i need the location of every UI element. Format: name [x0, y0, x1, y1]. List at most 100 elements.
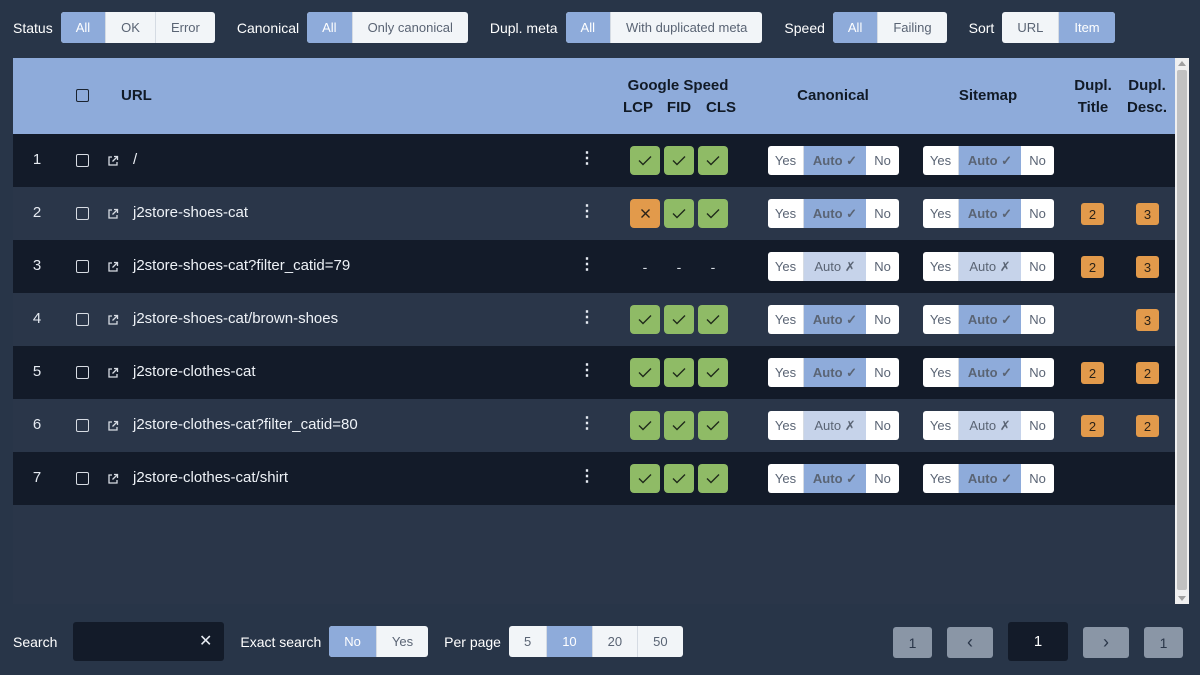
canonical-no[interactable]: No [866, 464, 899, 493]
exact-search-option[interactable]: No [329, 626, 376, 657]
filter-option[interactable]: All [832, 12, 878, 43]
row-menu-icon[interactable]: ⋮ [579, 151, 595, 167]
canonical-auto[interactable]: Auto ✓ [804, 358, 866, 387]
canonical-auto[interactable]: Auto ✗ [804, 411, 866, 440]
dupl-title-badge[interactable]: 2 [1081, 362, 1104, 384]
filter-option[interactable]: Error [154, 12, 215, 43]
sitemap-yes[interactable]: Yes [923, 146, 959, 175]
clear-search-icon[interactable]: ✕ [199, 631, 212, 651]
row-menu-icon[interactable]: ⋮ [579, 416, 595, 432]
sitemap-no[interactable]: No [1021, 146, 1054, 175]
sitemap-auto[interactable]: Auto ✓ [959, 464, 1021, 493]
sitemap-no[interactable]: No [1021, 199, 1054, 228]
row-checkbox[interactable] [76, 260, 89, 273]
select-all-checkbox[interactable] [76, 89, 89, 102]
row-url[interactable]: j2store-clothes-cat/shirt [133, 469, 288, 486]
row-url[interactable]: j2store-shoes-cat [133, 204, 248, 221]
external-link-icon[interactable] [107, 472, 120, 485]
canonical-yes[interactable]: Yes [768, 305, 804, 334]
per-page-option[interactable]: 5 [509, 626, 546, 657]
prev-page-button[interactable]: ‹ [947, 627, 993, 658]
canonical-yes[interactable]: Yes [768, 358, 804, 387]
row-menu-icon[interactable]: ⋮ [579, 204, 595, 220]
filter-option[interactable]: All [565, 12, 610, 43]
canonical-yes[interactable]: Yes [768, 252, 804, 281]
row-checkbox[interactable] [76, 154, 89, 167]
scroll-up-icon[interactable] [1178, 61, 1186, 66]
search-input[interactable]: ✕ [73, 622, 225, 661]
vertical-scrollbar[interactable] [1175, 58, 1189, 604]
filter-option[interactable]: Item [1058, 12, 1115, 43]
dupl-desc-badge[interactable]: 2 [1136, 362, 1159, 384]
scroll-down-icon[interactable] [1178, 596, 1186, 601]
filter-option[interactable]: Failing [877, 12, 946, 43]
external-link-icon[interactable] [107, 154, 120, 167]
row-checkbox[interactable] [76, 313, 89, 326]
current-page-button[interactable]: 1 [1008, 622, 1068, 661]
sitemap-no[interactable]: No [1021, 305, 1054, 334]
canonical-no[interactable]: No [866, 305, 899, 334]
canonical-no[interactable]: No [866, 199, 899, 228]
sitemap-yes[interactable]: Yes [923, 252, 959, 281]
row-checkbox[interactable] [76, 419, 89, 432]
canonical-no[interactable]: No [866, 411, 899, 440]
filter-option[interactable]: All [60, 12, 106, 43]
first-page-button[interactable]: 1 [893, 627, 932, 658]
row-url[interactable]: j2store-clothes-cat [133, 363, 256, 380]
canonical-auto[interactable]: Auto ✓ [804, 305, 866, 334]
filter-option[interactable]: With duplicated meta [610, 12, 762, 43]
row-url[interactable]: j2store-shoes-cat/brown-shoes [133, 310, 338, 327]
row-menu-icon[interactable]: ⋮ [579, 363, 595, 379]
scroll-thumb[interactable] [1177, 70, 1187, 590]
sitemap-no[interactable]: No [1021, 411, 1054, 440]
sitemap-yes[interactable]: Yes [923, 305, 959, 334]
canonical-auto[interactable]: Auto ✓ [804, 146, 866, 175]
canonical-yes[interactable]: Yes [768, 464, 804, 493]
row-checkbox[interactable] [76, 207, 89, 220]
row-menu-icon[interactable]: ⋮ [579, 310, 595, 326]
row-url[interactable]: / [133, 151, 137, 168]
canonical-yes[interactable]: Yes [768, 146, 804, 175]
filter-option[interactable]: Only canonical [351, 12, 468, 43]
external-link-icon[interactable] [107, 366, 120, 379]
sitemap-yes[interactable]: Yes [923, 199, 959, 228]
dupl-title-badge[interactable]: 2 [1081, 256, 1104, 278]
external-link-icon[interactable] [107, 260, 120, 273]
sitemap-no[interactable]: No [1021, 464, 1054, 493]
canonical-no[interactable]: No [866, 358, 899, 387]
canonical-yes[interactable]: Yes [768, 411, 804, 440]
row-checkbox[interactable] [76, 366, 89, 379]
dupl-desc-badge[interactable]: 3 [1136, 203, 1159, 225]
dupl-desc-badge[interactable]: 2 [1136, 415, 1159, 437]
dupl-title-badge[interactable]: 2 [1081, 415, 1104, 437]
per-page-option[interactable]: 10 [546, 626, 592, 657]
canonical-no[interactable]: No [866, 146, 899, 175]
sitemap-yes[interactable]: Yes [923, 411, 959, 440]
row-menu-icon[interactable]: ⋮ [579, 257, 595, 273]
external-link-icon[interactable] [107, 419, 120, 432]
per-page-option[interactable]: 50 [637, 626, 682, 657]
row-menu-icon[interactable]: ⋮ [579, 469, 595, 485]
canonical-auto[interactable]: Auto ✗ [804, 252, 866, 281]
last-page-button[interactable]: 1 [1144, 627, 1183, 658]
sitemap-yes[interactable]: Yes [923, 358, 959, 387]
filter-option[interactable]: All [307, 12, 352, 43]
sitemap-yes[interactable]: Yes [923, 464, 959, 493]
canonical-auto[interactable]: Auto ✓ [804, 464, 866, 493]
next-page-button[interactable]: › [1083, 627, 1129, 658]
header-url[interactable]: URL [121, 87, 152, 104]
sitemap-no[interactable]: No [1021, 252, 1054, 281]
sitemap-auto[interactable]: Auto ✗ [959, 411, 1021, 440]
sitemap-no[interactable]: No [1021, 358, 1054, 387]
canonical-no[interactable]: No [866, 252, 899, 281]
sitemap-auto[interactable]: Auto ✗ [959, 252, 1021, 281]
row-url[interactable]: j2store-shoes-cat?filter_catid=79 [133, 257, 350, 274]
dupl-title-badge[interactable]: 2 [1081, 203, 1104, 225]
row-checkbox[interactable] [76, 472, 89, 485]
sitemap-auto[interactable]: Auto ✓ [959, 358, 1021, 387]
sitemap-auto[interactable]: Auto ✓ [959, 199, 1021, 228]
filter-option[interactable]: OK [105, 12, 155, 43]
sitemap-auto[interactable]: Auto ✓ [959, 146, 1021, 175]
canonical-auto[interactable]: Auto ✓ [804, 199, 866, 228]
dupl-desc-badge[interactable]: 3 [1136, 309, 1159, 331]
